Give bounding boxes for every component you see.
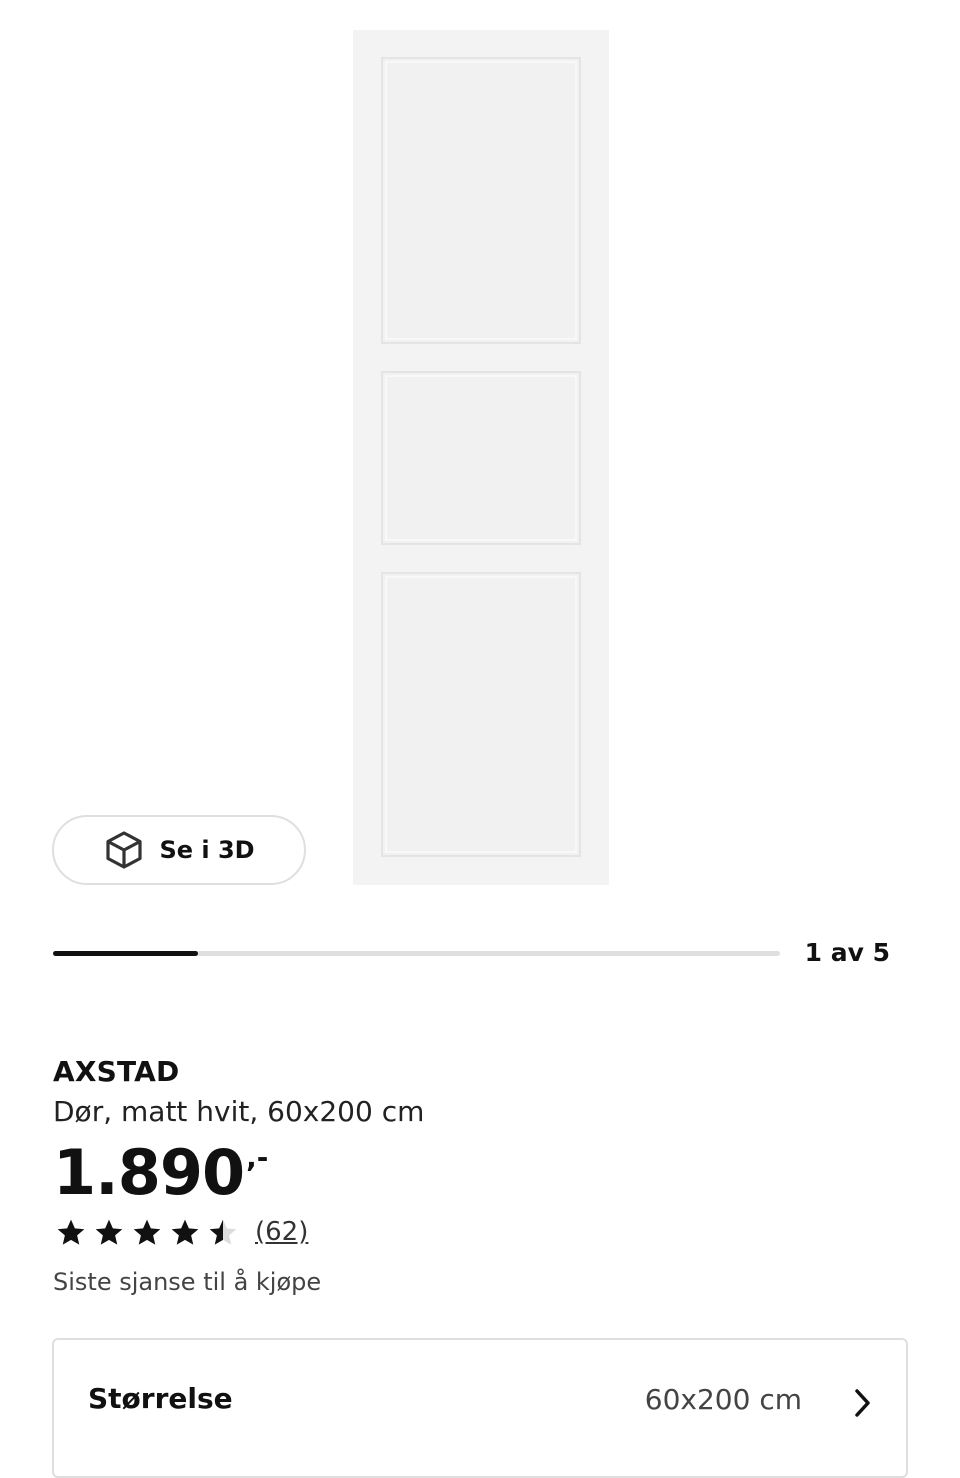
star-icon [95, 1219, 123, 1245]
product-name: AXSTAD [53, 1055, 180, 1088]
star-icon [171, 1219, 199, 1245]
gallery-progress-fill [53, 951, 199, 956]
star-icon [57, 1219, 85, 1245]
view-in-3d-button[interactable]: Se i 3D [52, 815, 306, 885]
gallery-counter: 1 av 5 [804, 938, 890, 967]
review-count-link[interactable]: (62) [255, 1217, 308, 1247]
product-gallery[interactable]: Se i 3D [0, 0, 960, 900]
star-icon [209, 1219, 237, 1245]
availability-status: Siste sjanse til å kjøpe [53, 1268, 322, 1296]
star-icon [133, 1219, 161, 1245]
product-rating[interactable]: (62) [53, 1212, 908, 1252]
price-suffix: ,- [246, 1141, 269, 1174]
size-selector-label: Størrelse [88, 1382, 233, 1415]
product-info: AXSTAD Dør, matt hvit, 60x200 cm 1.890 ,… [53, 1052, 908, 1302]
price-integer: 1.890 [53, 1136, 245, 1209]
size-selector[interactable]: Størrelse 60x200 cm [52, 1338, 908, 1478]
cube-icon [103, 829, 145, 871]
product-price: 1.890 ,- [53, 1138, 908, 1208]
rating-stars [53, 1217, 241, 1247]
gallery-progress-bar [53, 951, 780, 956]
chevron-right-icon [852, 1388, 874, 1422]
size-selector-value: 60x200 cm [644, 1383, 802, 1416]
product-description: Dør, matt hvit, 60x200 cm [53, 1095, 425, 1128]
product-image-door [353, 30, 609, 885]
view-in-3d-label: Se i 3D [159, 836, 255, 864]
